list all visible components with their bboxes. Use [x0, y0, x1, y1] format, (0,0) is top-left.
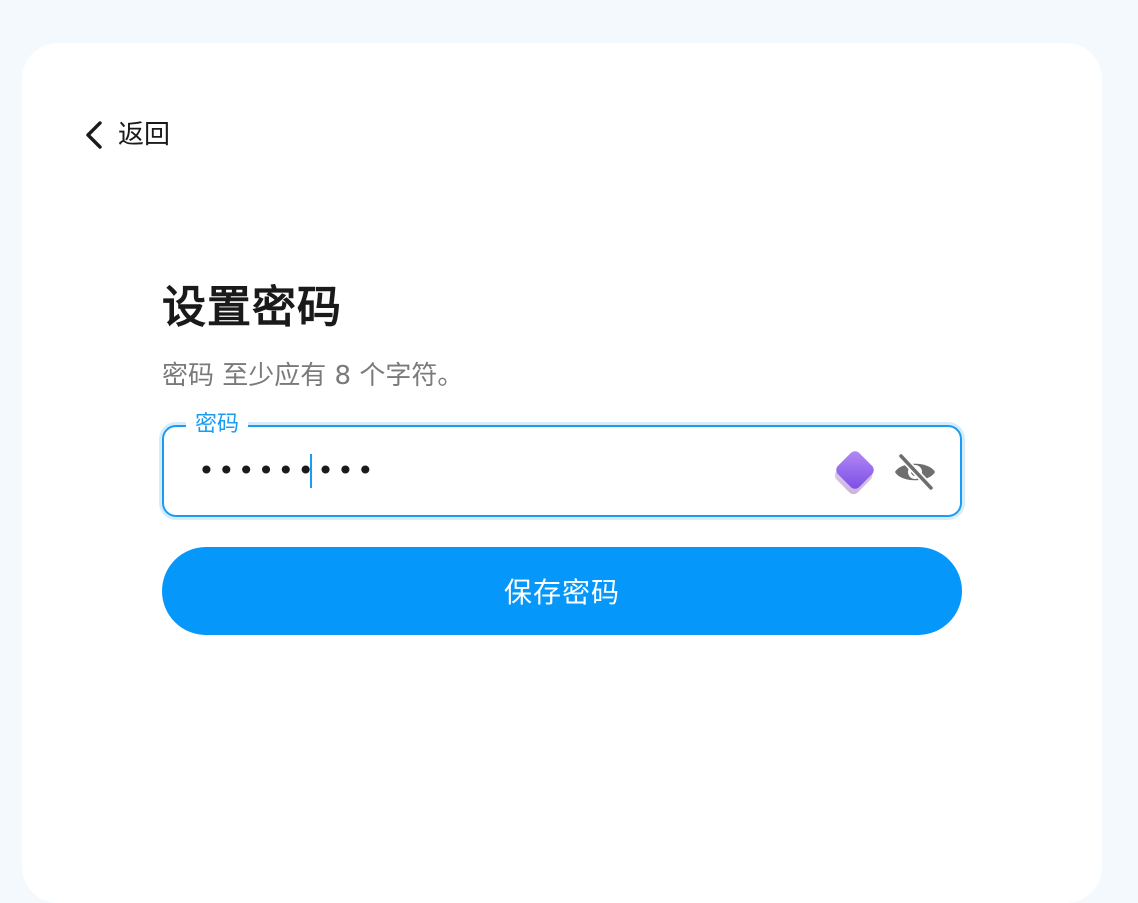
save-password-button[interactable]: 保存密码 — [162, 547, 962, 635]
eye-off-icon[interactable] — [892, 451, 938, 493]
password-field-label: 密码 — [186, 411, 249, 439]
password-input-value[interactable]: ••••••••• — [198, 453, 377, 489]
back-label: 返回 — [118, 120, 171, 150]
password-manager-icon[interactable] — [828, 445, 884, 501]
back-button[interactable]: 返回 — [84, 118, 170, 152]
password-hint: 密码 至少应有 8 个字符。 — [162, 361, 464, 391]
page-title: 设置密码 — [162, 282, 342, 333]
password-field[interactable]: 密码 ••••••••• — [162, 411, 962, 517]
chevron-left-icon — [84, 120, 104, 150]
text-caret — [310, 454, 312, 488]
